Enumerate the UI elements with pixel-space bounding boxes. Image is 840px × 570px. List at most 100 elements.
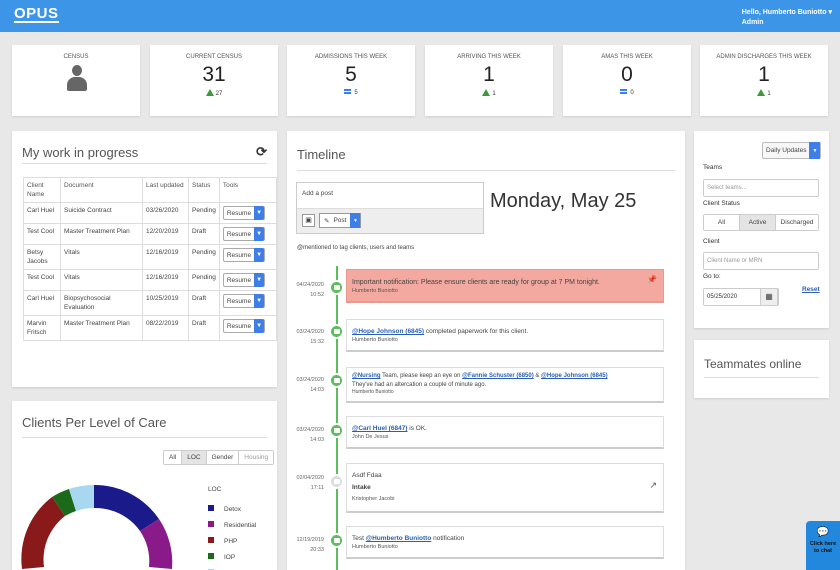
mention-link[interactable]: @Hope Johnson (6845) [352, 328, 424, 335]
loc-filter-group: All LOC Gender Housing [163, 450, 275, 465]
chevron-down-icon: ▼ [254, 294, 265, 308]
table-row[interactable]: Marvin Fritsch Master Treatment Plan 08/22… [23, 315, 278, 341]
table-row[interactable]: Test Cool Vitals 12/16/2019 Pending Resume ▼ [23, 269, 278, 291]
calendar-icon[interactable]: ▦ [760, 288, 778, 306]
slice-detox[interactable] [94, 484, 159, 531]
stat-value: 0 [621, 63, 633, 86]
client-label: Client [703, 238, 720, 245]
timeline-item-document[interactable]: Asdf Fdaa Intake Kristopher Jacobi ↗ [346, 463, 664, 513]
chart-legend: Detox Residential PHP IOP OP [208, 502, 256, 570]
trend-up-icon [205, 89, 214, 96]
stat-admissions[interactable]: ADMISSIONS THIS WEEK 5 5 [287, 45, 415, 116]
legend-item[interactable]: Residential [208, 518, 256, 534]
chevron-down-icon: ▼ [254, 319, 265, 333]
add-post-box[interactable]: Add a post ▣ ✎ Post ▼ [296, 182, 484, 234]
filter-loc[interactable]: LOC [182, 451, 207, 464]
slice-php[interactable] [21, 497, 66, 569]
panel-title: Teammates online [704, 357, 802, 371]
goto-label: Go to: [703, 273, 721, 280]
trend-up-icon [482, 89, 491, 96]
panel-title: Clients Per Level of Care [22, 415, 167, 430]
external-link-icon[interactable]: ↗ [649, 481, 657, 490]
reset-link[interactable]: Reset [802, 286, 820, 293]
timeline-item[interactable]: Test @Humberto Buniotto notification Hum… [346, 526, 664, 559]
person-icon [67, 65, 87, 93]
mention-link[interactable]: @Fannie Schuster (6850) [462, 373, 534, 379]
comment-icon [329, 280, 344, 295]
timeline-item[interactable]: @Nursing Team, please keep an eye on @Fa… [346, 367, 664, 403]
timeline-item-notification[interactable]: Important notification: Please ensure cl… [346, 269, 664, 303]
status-toggle: All Active Discharged [703, 214, 819, 231]
comment-icon [329, 423, 344, 438]
timeline-item[interactable]: @Hope Johnson (6845) completed paperwork… [346, 319, 664, 352]
post-button[interactable]: ✎ Post ▼ [319, 213, 362, 228]
resume-button[interactable]: Resume ▼ [222, 273, 266, 287]
table-row[interactable]: Carl Huel Biopsychosocial Evaluation 10/25… [23, 290, 278, 316]
table-row[interactable]: Carl Huel Suicide Contract 03/26/2020 Pendi… [23, 202, 278, 224]
stat-value: 5 [345, 63, 357, 86]
stat-value: 1 [758, 63, 770, 86]
stat-amas[interactable]: AMAS THIS WEEK 0 0 [563, 45, 691, 116]
legend-item[interactable]: IOP [208, 550, 256, 566]
resume-button[interactable]: Resume ▼ [222, 206, 266, 220]
table-row[interactable]: Betsy Jacobs Vitals 12/16/2019 Pending Resu… [23, 244, 278, 270]
user-menu[interactable]: Hello, Humberto Buniotto ▾ Admin [742, 8, 832, 28]
stat-admin-discharges[interactable]: ADMIN DISCHARGES THIS WEEK 1 1 [700, 45, 828, 116]
table-row[interactable]: Test Cool Master Treatment Plan 12/20/2019… [23, 223, 278, 245]
mention-hint: @mentioned to tag clients, users and tea… [297, 245, 415, 251]
trend-equal-icon [620, 89, 628, 94]
stat-arriving[interactable]: ARRIVING THIS WEEK 1 1 [425, 45, 553, 116]
chat-icon: 💬 [816, 527, 830, 538]
chevron-down-icon: ▼ [809, 142, 821, 159]
mention-link[interactable]: @Carl Huel (6847) [352, 425, 407, 432]
pencil-icon: ✎ [324, 217, 330, 225]
filter-all[interactable]: All [164, 451, 183, 464]
work-table: Client Name Document Last updated Status… [23, 177, 278, 341]
stat-value: 31 [202, 63, 226, 86]
status-active[interactable]: Active [740, 215, 776, 230]
legend-item[interactable]: OP [208, 566, 256, 570]
resume-button[interactable]: Resume ▼ [222, 294, 266, 308]
chat-button[interactable]: 💬 Click here to chat [806, 521, 840, 570]
stat-value: 1 [483, 63, 495, 86]
stat-current-census[interactable]: CURRENT CENSUS 31 27 [150, 45, 278, 116]
resume-button[interactable]: Resume ▼ [222, 319, 266, 333]
legend-item[interactable]: PHP [208, 534, 256, 550]
chevron-down-icon: ▼ [254, 227, 265, 241]
greeting: Hello, Humberto Buniotto ▾ [741, 9, 832, 16]
mention-link[interactable]: @Nursing [352, 373, 381, 379]
mention-link[interactable]: @Hope Johnson (6845) [541, 373, 608, 379]
trend-equal-icon [344, 89, 352, 94]
updates-select[interactable]: Daily Updates ▼ [762, 142, 822, 159]
stat-census[interactable]: CENSUS [12, 45, 140, 116]
refresh-icon[interactable]: ⟳ [256, 144, 267, 160]
chevron-down-icon: ▼ [254, 273, 265, 287]
donut-chart [21, 484, 173, 569]
legend-item[interactable]: Detox [208, 502, 256, 518]
image-icon[interactable]: ▣ [302, 214, 315, 227]
add-post-placeholder: Add a post [302, 190, 334, 197]
comment-icon [329, 533, 344, 548]
pin-icon[interactable]: 📌 [647, 275, 657, 284]
teams-label: Teams [703, 164, 723, 171]
opus-logo[interactable]: OPUS [14, 6, 59, 23]
filter-gender[interactable]: Gender [206, 451, 240, 464]
mention-link[interactable]: @Humberto Buniotto [366, 535, 432, 542]
timeline-item[interactable]: @Carl Huel (6847) is OK. John De Jesus [346, 416, 664, 449]
status-discharged[interactable]: Discharged [776, 215, 818, 230]
comment-icon [329, 373, 344, 388]
date-heading: Monday, May 25 [490, 190, 637, 212]
filter-housing[interactable]: Housing [239, 451, 274, 464]
client-search-input[interactable]: Client Name or MRN [703, 252, 819, 270]
panel-title: Timeline [297, 147, 346, 162]
teammates-panel: Teammates online [694, 340, 829, 398]
legend-title: LOC [208, 486, 222, 493]
status-all[interactable]: All [704, 215, 740, 230]
work-in-progress-panel: My work in progress ⟳ Client Name Docume… [12, 131, 278, 387]
resume-button[interactable]: Resume ▼ [222, 227, 266, 241]
teams-select[interactable]: Select teams... [703, 179, 819, 197]
resume-button[interactable]: Resume ▼ [222, 248, 266, 262]
panel-title: My work in progress [22, 145, 139, 160]
comment-icon [329, 324, 344, 339]
timeline-line [336, 266, 338, 570]
